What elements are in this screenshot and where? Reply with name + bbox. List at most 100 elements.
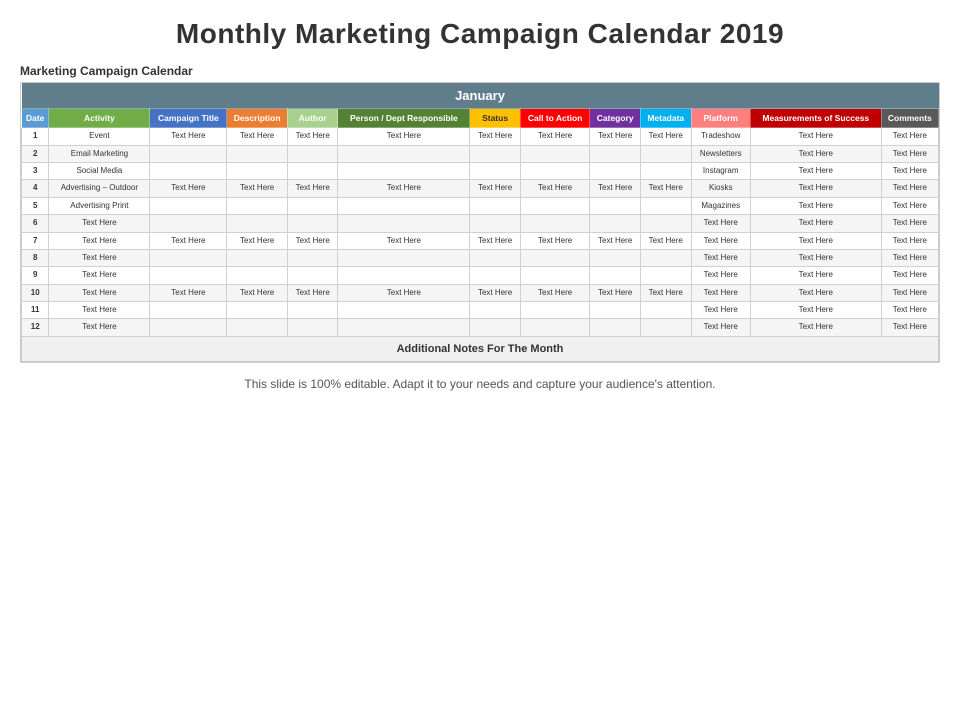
cell-campaign_title xyxy=(150,267,227,284)
cell-person xyxy=(338,162,470,179)
cell-activity: Text Here xyxy=(49,232,150,249)
cell-category xyxy=(590,267,641,284)
cell-person xyxy=(338,267,470,284)
cell-category: Text Here xyxy=(590,180,641,197)
cell-category xyxy=(590,197,641,214)
cell-measure: Text Here xyxy=(750,180,881,197)
cell-description xyxy=(227,197,288,214)
cell-date: 3 xyxy=(22,162,49,179)
cell-status xyxy=(470,267,521,284)
cell-date: 2 xyxy=(22,145,49,162)
cell-cta xyxy=(520,197,590,214)
cell-activity: Text Here xyxy=(49,319,150,336)
cell-activity: Advertising Print xyxy=(49,197,150,214)
cell-measure: Text Here xyxy=(750,145,881,162)
cell-platform: Text Here xyxy=(691,249,750,266)
cell-date: 11 xyxy=(22,302,49,319)
col-header-comments: Comments xyxy=(881,109,938,128)
section-label: Marketing Campaign Calendar xyxy=(20,64,940,78)
cell-category xyxy=(590,162,641,179)
cell-comments: Text Here xyxy=(881,267,938,284)
cell-platform: Magazines xyxy=(691,197,750,214)
cell-description xyxy=(227,302,288,319)
col-header-date: Date xyxy=(22,109,49,128)
footer-row: Additional Notes For The Month xyxy=(22,336,939,361)
cell-cta xyxy=(520,249,590,266)
cell-category: Text Here xyxy=(590,128,641,145)
cell-description: Text Here xyxy=(227,284,288,301)
table-row: 7Text HereText HereText HereText HereTex… xyxy=(22,232,939,249)
cell-platform: Text Here xyxy=(691,232,750,249)
cell-date: 5 xyxy=(22,197,49,214)
cell-author xyxy=(287,319,338,336)
cell-status xyxy=(470,215,521,232)
cell-activity: Social Media xyxy=(49,162,150,179)
cell-date: 12 xyxy=(22,319,49,336)
cell-platform: Instagram xyxy=(691,162,750,179)
cell-activity: Text Here xyxy=(49,302,150,319)
cell-person xyxy=(338,215,470,232)
cell-campaign_title: Text Here xyxy=(150,232,227,249)
cell-author xyxy=(287,302,338,319)
cell-person: Text Here xyxy=(338,128,470,145)
cell-metadata xyxy=(640,145,691,162)
cell-metadata xyxy=(640,197,691,214)
cell-activity: Email Marketing xyxy=(49,145,150,162)
cell-person: Text Here xyxy=(338,180,470,197)
cell-category xyxy=(590,215,641,232)
calendar-table-wrapper: January DateActivityCampaign TitleDescri… xyxy=(20,82,940,363)
cell-metadata: Text Here xyxy=(640,284,691,301)
cell-status xyxy=(470,249,521,266)
cell-category: Text Here xyxy=(590,284,641,301)
cell-measure: Text Here xyxy=(750,284,881,301)
cell-comments: Text Here xyxy=(881,145,938,162)
cell-author: Text Here xyxy=(287,128,338,145)
cell-description xyxy=(227,145,288,162)
cell-campaign_title xyxy=(150,302,227,319)
table-row: 1EventText HereText HereText HereText He… xyxy=(22,128,939,145)
cell-cta: Text Here xyxy=(520,180,590,197)
cell-cta xyxy=(520,145,590,162)
cell-metadata: Text Here xyxy=(640,180,691,197)
page: Monthly Marketing Campaign Calendar 2019… xyxy=(0,0,960,720)
cell-category xyxy=(590,145,641,162)
cell-comments: Text Here xyxy=(881,249,938,266)
cell-date: 1 xyxy=(22,128,49,145)
cell-author xyxy=(287,215,338,232)
col-header-activity: Activity xyxy=(49,109,150,128)
cell-cta xyxy=(520,302,590,319)
cell-activity: Text Here xyxy=(49,267,150,284)
cell-author: Text Here xyxy=(287,284,338,301)
table-row: 8Text HereText HereText HereText Here xyxy=(22,249,939,266)
cell-author xyxy=(287,197,338,214)
cell-description xyxy=(227,249,288,266)
cell-category xyxy=(590,249,641,266)
cell-author: Text Here xyxy=(287,180,338,197)
cell-measure: Text Here xyxy=(750,302,881,319)
cell-platform: Tradeshow xyxy=(691,128,750,145)
cell-cta xyxy=(520,215,590,232)
cell-status: Text Here xyxy=(470,284,521,301)
cell-cta xyxy=(520,319,590,336)
cell-status xyxy=(470,302,521,319)
cell-comments: Text Here xyxy=(881,232,938,249)
cell-cta: Text Here xyxy=(520,284,590,301)
cell-person: Text Here xyxy=(338,284,470,301)
col-header-status: Status xyxy=(470,109,521,128)
cell-campaign_title: Text Here xyxy=(150,128,227,145)
cell-platform: Text Here xyxy=(691,302,750,319)
cell-campaign_title xyxy=(150,215,227,232)
cell-activity: Event xyxy=(49,128,150,145)
table-row: 3Social MediaInstagramText HereText Here xyxy=(22,162,939,179)
cell-description xyxy=(227,162,288,179)
cell-metadata xyxy=(640,162,691,179)
cell-campaign_title: Text Here xyxy=(150,284,227,301)
cell-activity: Advertising – Outdoor xyxy=(49,180,150,197)
cell-comments: Text Here xyxy=(881,215,938,232)
col-header-description: Description xyxy=(227,109,288,128)
cell-author xyxy=(287,267,338,284)
cell-category: Text Here xyxy=(590,232,641,249)
cell-measure: Text Here xyxy=(750,162,881,179)
cell-platform: Text Here xyxy=(691,319,750,336)
cell-metadata xyxy=(640,319,691,336)
